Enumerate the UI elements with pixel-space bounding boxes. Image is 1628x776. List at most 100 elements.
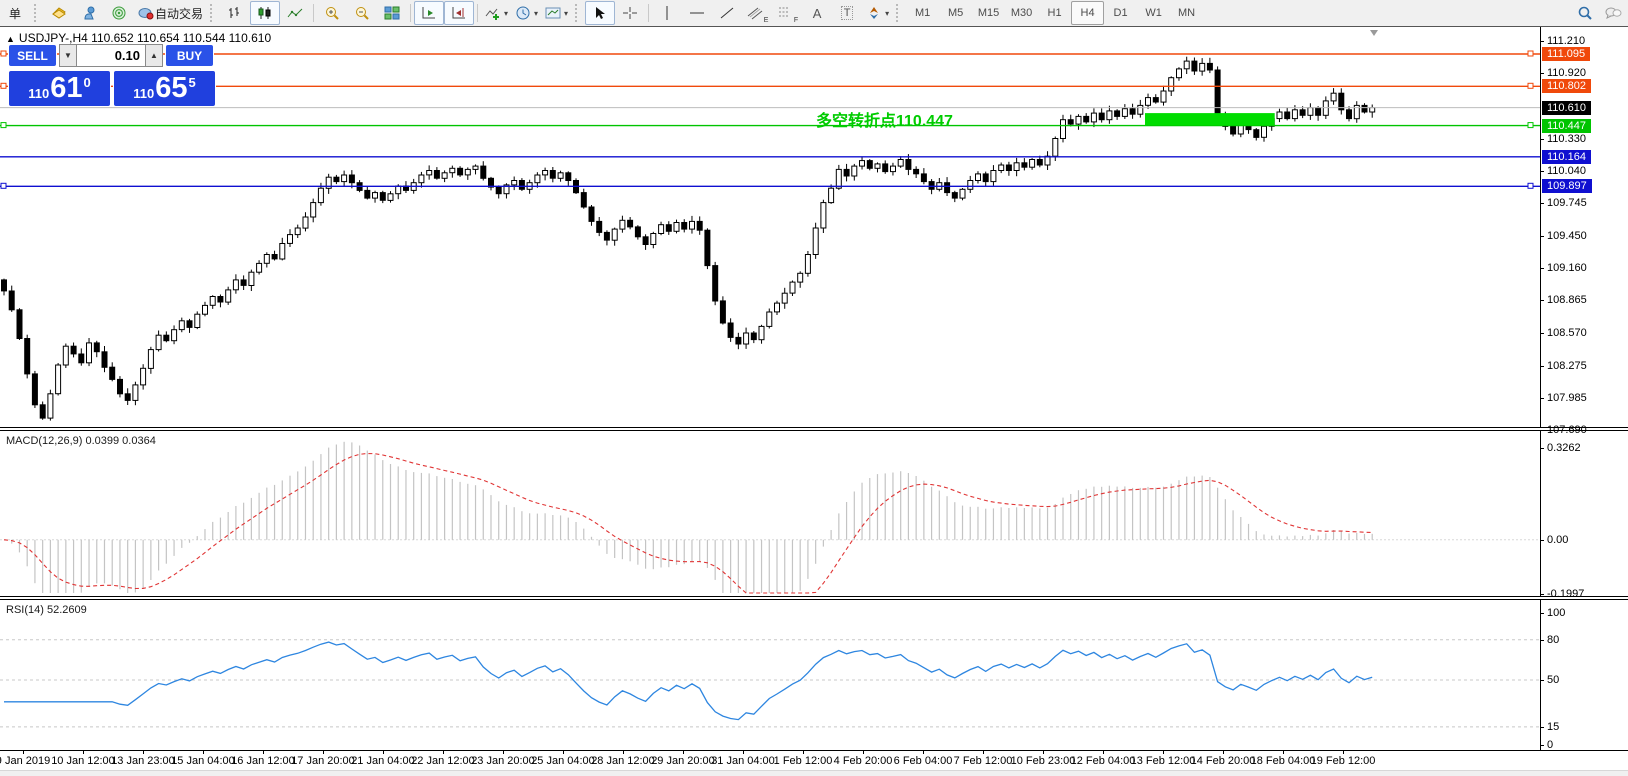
price-axis-tick-label: 108.865 [1547, 294, 1587, 306]
timeframe-button-H4[interactable]: H4 [1071, 1, 1104, 25]
rsi-axis-tick [1540, 640, 1544, 641]
one-click-trading-panel: SELL ▼ 0.10 ▲ BUY 110 61 0 110 65 5 [8, 44, 222, 107]
timeframe-label: D1 [1114, 7, 1128, 19]
timeframe-button-M1[interactable]: M1 [906, 1, 939, 25]
toolbar-grip [575, 4, 582, 22]
templates-button[interactable]: ▾ [541, 1, 571, 25]
timeframe-button-W1[interactable]: W1 [1137, 1, 1170, 25]
trendline-icon [718, 5, 736, 21]
price-axis-frame [1540, 27, 1541, 750]
sell-price-display[interactable]: 110 61 0 [8, 70, 111, 107]
macd-axis-tick [1540, 540, 1544, 541]
fibonacci-icon [776, 5, 794, 21]
buy-button[interactable]: BUY [165, 44, 214, 67]
volume-decrease-button[interactable]: ▼ [59, 44, 77, 67]
main-toolbar: 单 自动交易 [0, 0, 1628, 27]
timeframe-label: H1 [1048, 7, 1062, 19]
status-strip [0, 770, 1628, 776]
autotrading-button[interactable]: 自动交易 [134, 1, 206, 25]
trendline-button[interactable] [712, 1, 742, 25]
autotrading-icon [137, 5, 155, 21]
text-label-icon: T [841, 6, 854, 20]
arrows-button[interactable]: ▾ [862, 1, 892, 25]
time-axis-tick [863, 750, 864, 754]
crosshair-button[interactable] [615, 1, 645, 25]
macd-axis-tick [1540, 594, 1544, 595]
cursor-button[interactable] [585, 1, 615, 25]
line-chart-icon [286, 5, 304, 21]
price-axis-tick [1540, 203, 1544, 204]
tile-windows-button[interactable] [377, 1, 407, 25]
vertical-line-button[interactable] [652, 1, 682, 25]
timeframe-button-M15[interactable]: M15 [972, 1, 1005, 25]
channel-button[interactable]: E [742, 1, 772, 25]
timeframe-label: M1 [915, 7, 930, 19]
text-button[interactable]: A [802, 1, 832, 25]
text-label-button[interactable]: T [832, 1, 862, 25]
price-axis-tick-label: 107.690 [1547, 424, 1587, 436]
buy-price-display[interactable]: 110 65 5 [113, 70, 216, 107]
timeframe-button-M5[interactable]: M5 [939, 1, 972, 25]
time-axis-tick [983, 750, 984, 754]
sell-price-point: 0 [84, 75, 91, 90]
price-chart[interactable] [0, 28, 1540, 428]
timeframe-button-MN[interactable]: MN [1170, 1, 1203, 25]
price-tag: 110.447 [1542, 119, 1591, 133]
macd-chart[interactable] [0, 431, 1540, 596]
cursor-icon [591, 5, 609, 21]
zoom-in-button[interactable] [317, 1, 347, 25]
price-axis-tick [1540, 398, 1544, 399]
price-tag: 110.802 [1542, 79, 1591, 93]
dropdown-caret: ▾ [885, 9, 889, 18]
sell-button[interactable]: SELL [8, 44, 57, 67]
zoom-out-button[interactable] [347, 1, 377, 25]
time-axis-tick [83, 750, 84, 754]
price-axis-tick-label: 110.920 [1547, 67, 1586, 79]
indicators-button[interactable]: ▾ [481, 1, 511, 25]
time-axis-frame [0, 750, 1628, 751]
volume-input[interactable]: 0.10 [77, 44, 145, 67]
price-axis-tick-label: 107.985 [1547, 392, 1587, 404]
search-icon[interactable] [1576, 5, 1594, 21]
panel-divider[interactable] [0, 596, 1628, 600]
line-chart-button[interactable] [280, 1, 310, 25]
rsi-chart[interactable] [0, 600, 1540, 750]
rsi-axis-tick [1540, 745, 1544, 746]
timeframe-button-D1[interactable]: D1 [1104, 1, 1137, 25]
candlestick-chart-button[interactable] [250, 1, 280, 25]
time-axis-tick [443, 750, 444, 754]
history-icon [50, 5, 68, 21]
volume-increase-button[interactable]: ▲ [145, 44, 163, 67]
news-button[interactable] [104, 1, 134, 25]
text-icon: A [813, 6, 822, 21]
auto-scroll-button[interactable] [414, 1, 444, 25]
horizontal-line-button[interactable] [682, 1, 712, 25]
zoom-in-icon [323, 5, 341, 21]
rsi-axis-tick [1540, 613, 1544, 614]
timeframe-label: M5 [948, 7, 963, 19]
timeframe-button-H1[interactable]: H1 [1038, 1, 1071, 25]
new-order-button[interactable]: 单 [0, 1, 30, 25]
timeframes-group: M1 M5 M15 M30 H1 H4 D1 W1MN [906, 1, 1203, 25]
indicators-icon [484, 5, 502, 21]
rsi-axis-tick-label: 80 [1547, 634, 1559, 646]
chart-window: ▲USDJPY-,H4 110.652 110.654 110.544 110.… [0, 27, 1628, 770]
timeframe-label: M30 [1011, 7, 1032, 19]
timeframe-button-M30[interactable]: M30 [1005, 1, 1038, 25]
history-center-button[interactable] [44, 1, 74, 25]
timeframe-label: H4 [1081, 7, 1095, 19]
community-icon[interactable] [1604, 5, 1622, 21]
time-axis-tick [563, 750, 564, 754]
toolbar-separator [410, 4, 411, 22]
rsi-axis-tick [1540, 727, 1544, 728]
publisher-button[interactable] [74, 1, 104, 25]
bar-chart-icon [226, 5, 244, 21]
price-axis-tick [1540, 430, 1544, 431]
fibonacci-button[interactable]: F [772, 1, 802, 25]
toolbar-separator [313, 4, 314, 22]
periods-button[interactable]: ▾ [511, 1, 541, 25]
chart-title-text: USDJPY-,H4 110.652 110.654 110.544 110.6… [19, 31, 271, 45]
panel-divider[interactable] [0, 427, 1628, 431]
bar-chart-button[interactable] [220, 1, 250, 25]
chart-shift-button[interactable] [444, 1, 474, 25]
